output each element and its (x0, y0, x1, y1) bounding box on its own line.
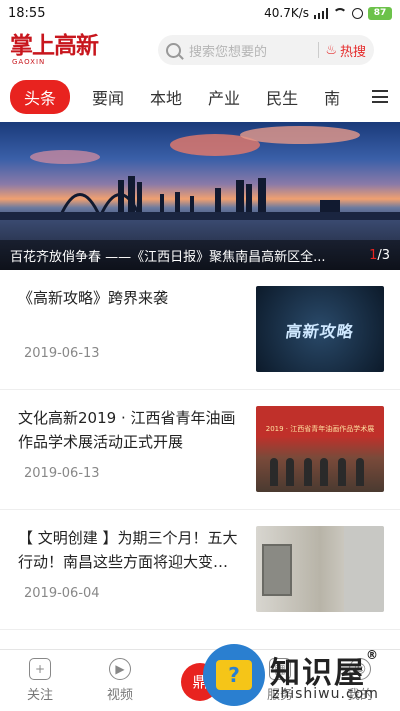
banner-caption-bar: 百花齐放俏争春 ——《江西日报》聚焦南昌高新区全... 1/3 (0, 240, 400, 270)
news-title: 文化高新2019 · 江西省青年油画作品学术展活动正式开展 (18, 409, 236, 451)
thumbnail-person (356, 458, 364, 486)
app-header: 掌上高新 GAOXIN 搜索您想要的 ♨ 热搜 (0, 26, 400, 74)
network-speed: 40.7K/s (264, 6, 309, 20)
news-thumbnail: 2019 · 江西省青年油画作品学术展 (256, 406, 384, 492)
list-item[interactable]: 【 文明创建 】为期三个月！五大行动！南昌这些方面将迎大变… 2019-06-0… (0, 510, 400, 630)
search-divider (318, 42, 320, 58)
list-item[interactable]: 《高新攻略》跨界来袭 2019-06-13 高新攻略 (0, 270, 400, 390)
battery-icon: 87 (368, 6, 392, 20)
flame-icon: ♨ (325, 42, 337, 58)
tab-news[interactable]: 要闻 (92, 85, 124, 109)
thumbnail-person (320, 458, 328, 486)
status-bar: 18:55 40.7K/s 87 (0, 0, 400, 26)
tab-industry[interactable]: 产业 (208, 85, 240, 109)
status-time: 18:55 (8, 5, 46, 21)
banner-pager: 1/3 (369, 248, 390, 263)
nav-label: 视频 (106, 688, 133, 703)
news-date: 2019-06-04 (24, 586, 100, 601)
thumbnail-building (344, 526, 384, 612)
news-text: 【 文明创建 】为期三个月！五大行动！南昌这些方面将迎大变… 2019-06-0… (18, 526, 256, 629)
banner-cloud (240, 126, 360, 144)
search-bar[interactable]: 搜索您想要的 ♨ 热搜 (158, 35, 374, 65)
alarm-icon (352, 7, 363, 19)
thumbnail-text: 2019 · 江西省青年油画作品学术展 (265, 425, 375, 433)
tab-livelihood[interactable]: 民生 (266, 85, 298, 109)
banner-caption: 百花齐放俏争春 ——《江西日报》聚焦南昌高新区全... (10, 249, 326, 265)
app-logo[interactable]: 掌上高新 GAOXIN (10, 31, 100, 69)
news-text: 文化高新2019 · 江西省青年油画作品学术展活动正式开展 2019-06-13 (18, 406, 256, 509)
news-list: 《高新攻略》跨界来袭 2019-06-13 高新攻略 文化高新2019 · 江西… (0, 270, 400, 630)
status-icons: 40.7K/s 87 (264, 6, 392, 20)
app-screen: 18:55 40.7K/s 87 掌上高新 GAOXIN 搜索您想要的 ♨ 热搜… (0, 0, 400, 711)
thumbnail-person (338, 458, 346, 486)
news-title: 《高新攻略》跨界来袭 (18, 289, 169, 307)
banner-skyline (0, 176, 400, 222)
channel-tabs: 头条 要闻 本地 产业 民生 南 (0, 74, 400, 120)
watermark-url: zhishiwu.com (272, 686, 379, 702)
news-title: 【 文明创建 】为期三个月！五大行动！南昌这些方面将迎大变… (18, 529, 238, 571)
hero-banner[interactable]: 百花齐放俏争春 ——《江西日报》聚焦南昌高新区全... 1/3 (0, 122, 400, 270)
follow-icon: + (29, 658, 51, 680)
search-icon (166, 42, 181, 58)
news-text: 《高新攻略》跨界来袭 2019-06-13 (18, 286, 256, 389)
hot-search-button[interactable]: 热搜 (340, 41, 366, 60)
tab-local[interactable]: 本地 (150, 85, 182, 109)
thumbnail-person (304, 458, 312, 486)
wifi-icon (333, 7, 347, 19)
nav-label: 关注 (26, 688, 53, 703)
thumbnail-person (286, 458, 294, 486)
tabs-fade (334, 74, 364, 120)
thumbnail-text: 高新攻略 (284, 322, 356, 341)
news-date: 2019-06-13 (24, 346, 100, 361)
signal-icon (314, 7, 328, 19)
banner-pager-total: /3 (377, 247, 390, 263)
thumbnail-person (270, 458, 278, 486)
logo-text: 掌上高新 (10, 32, 99, 59)
news-thumbnail (256, 526, 384, 612)
nav-follow[interactable]: + 关注 (0, 650, 80, 711)
news-date: 2019-06-13 (24, 466, 100, 481)
thumbnail-door (262, 544, 292, 596)
menu-icon[interactable] (372, 90, 388, 103)
search-input[interactable]: 搜索您想要的 (189, 41, 312, 60)
list-item[interactable]: 文化高新2019 · 江西省青年油画作品学术展活动正式开展 2019-06-13… (0, 390, 400, 510)
tab-headline[interactable]: 头条 (10, 80, 71, 114)
news-thumbnail: 高新攻略 (256, 286, 384, 372)
nav-video[interactable]: ▶ 视频 (80, 650, 160, 711)
question-icon: ? (216, 660, 252, 690)
logo-subtext: GAOXIN (12, 58, 46, 66)
watermark-help-icon: ? (203, 644, 265, 706)
play-icon: ▶ (109, 658, 131, 680)
registered-icon: ® (366, 648, 380, 662)
